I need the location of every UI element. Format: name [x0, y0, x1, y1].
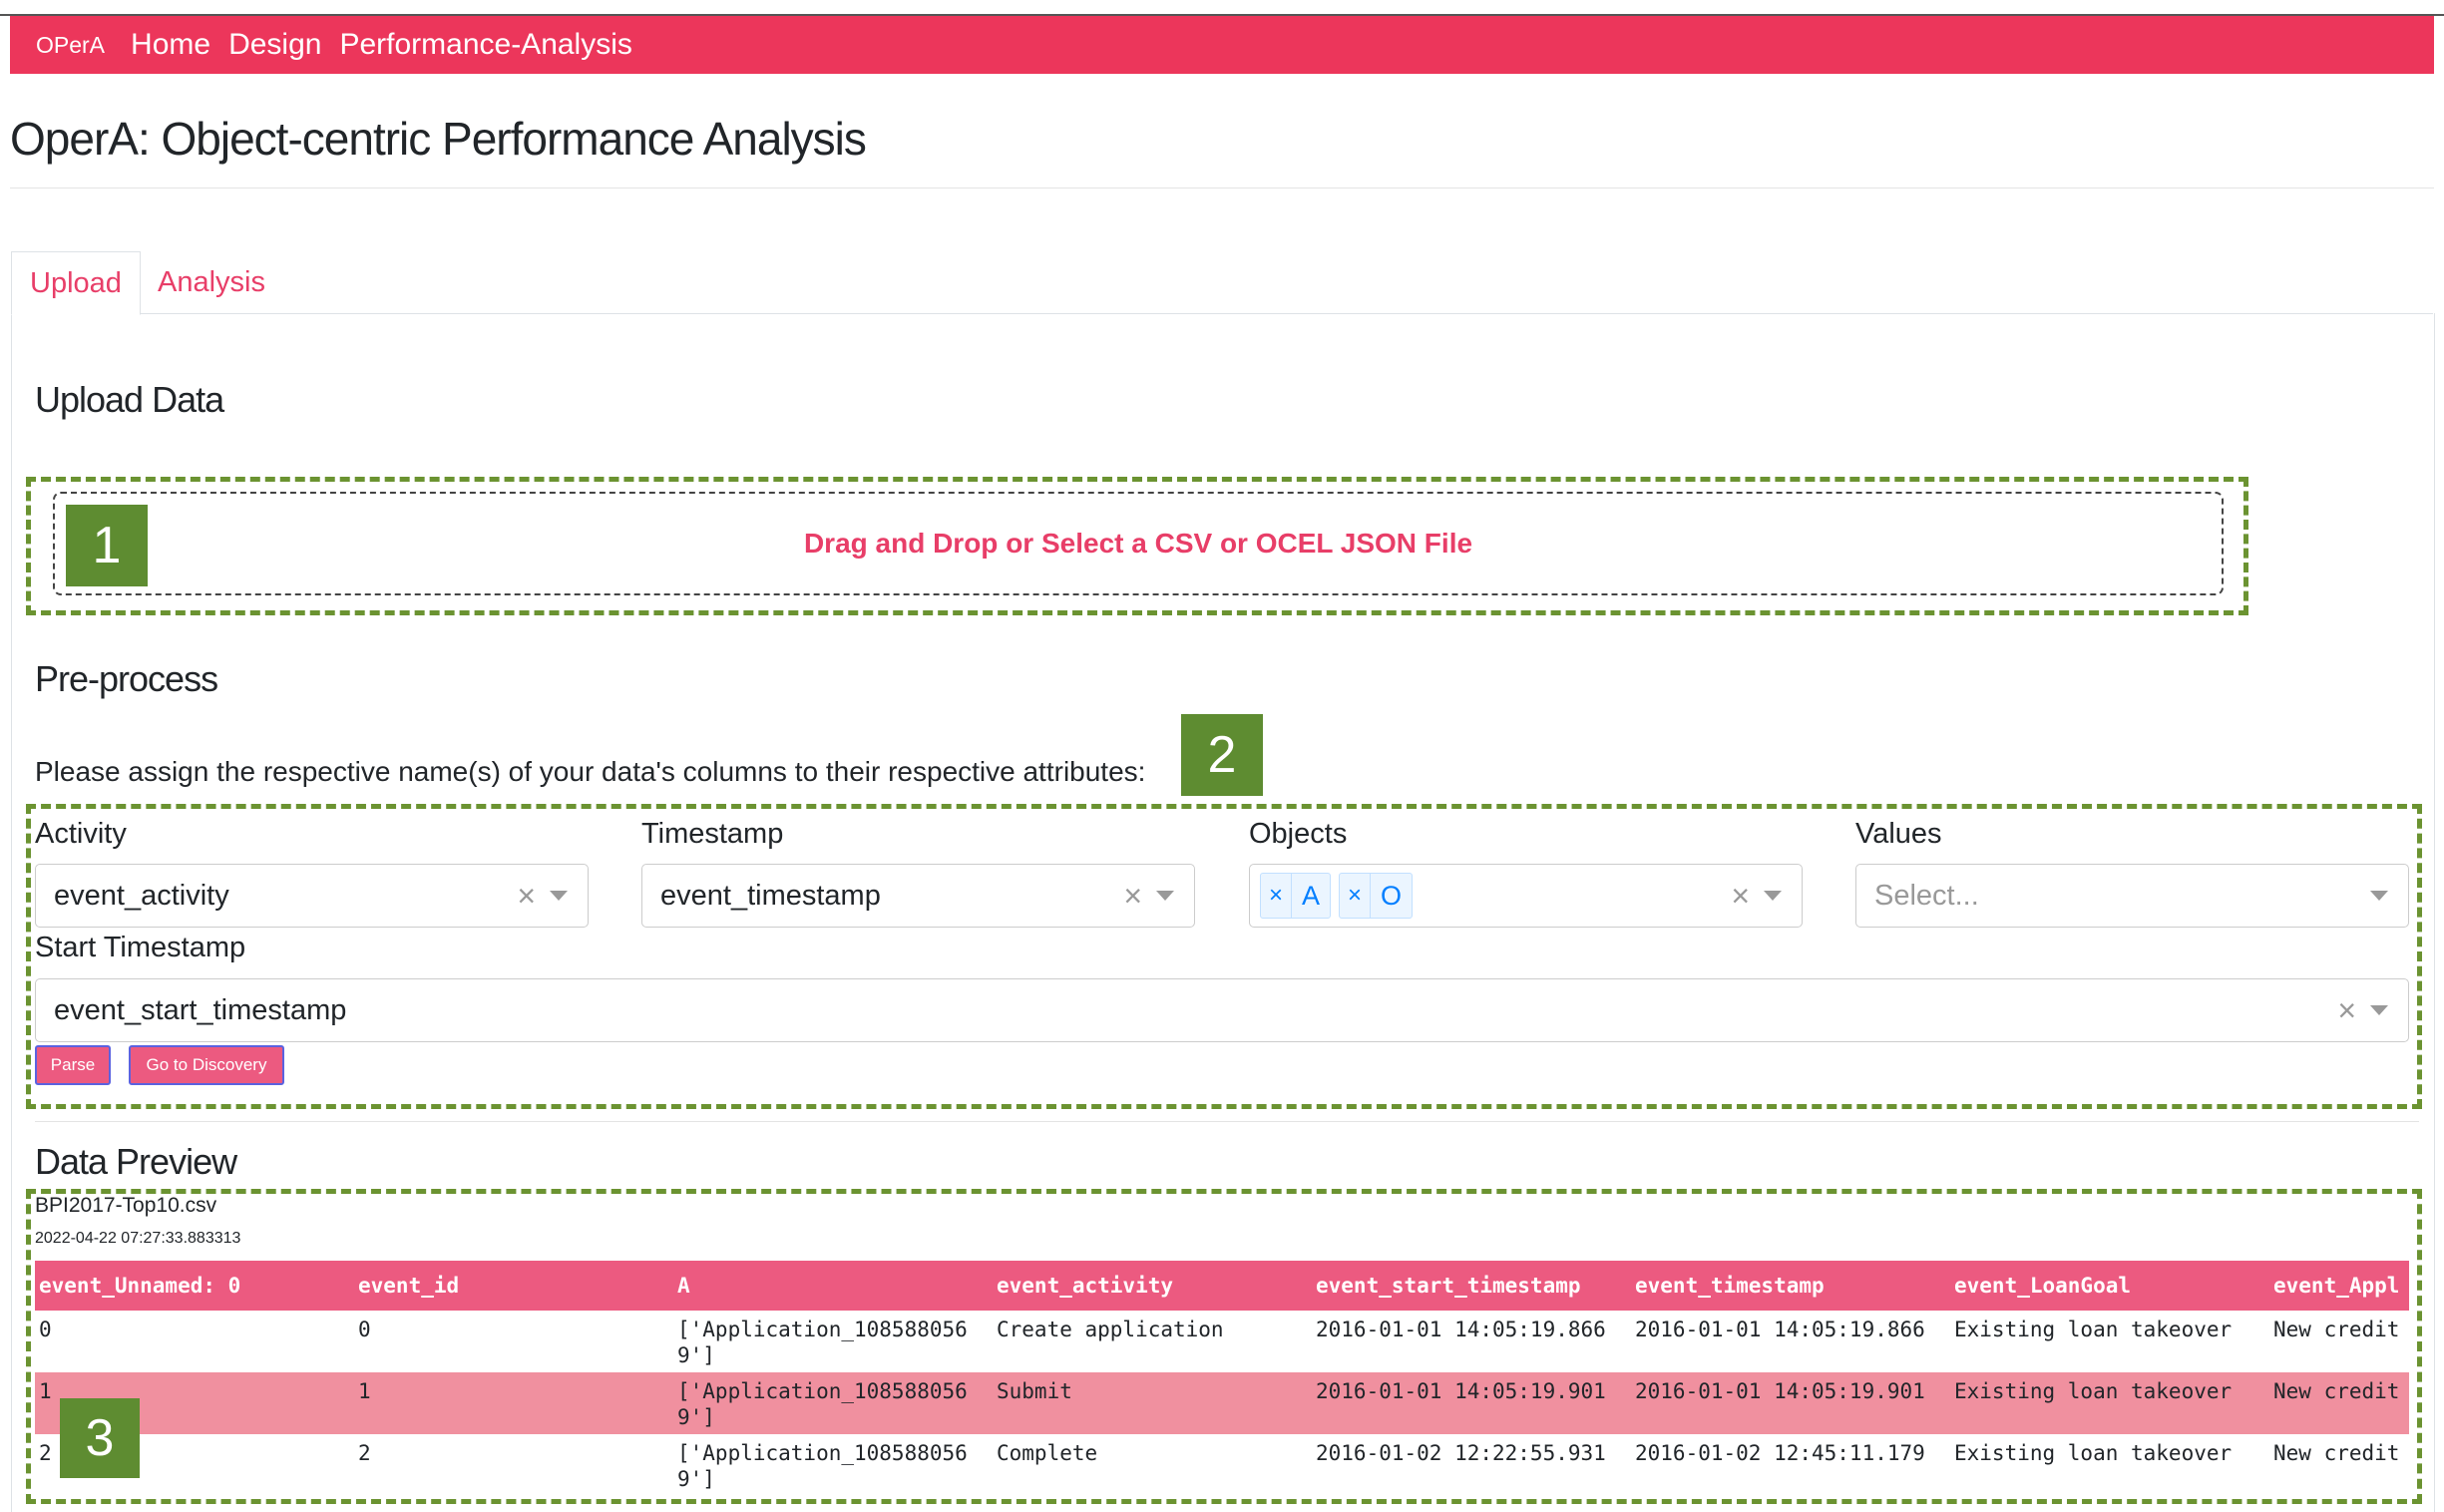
chevron-down-icon[interactable] — [1156, 891, 1174, 901]
activity-select-value: event_activity — [54, 879, 229, 912]
tab-upload[interactable]: Upload — [11, 251, 141, 315]
tab-analysis[interactable]: Analysis — [140, 251, 283, 313]
activity-select[interactable]: event_activity × — [35, 864, 589, 928]
table-cell: 0 — [39, 1318, 52, 1341]
close-icon[interactable]: × — [517, 878, 536, 915]
column-header[interactable]: event_activity — [993, 1261, 1312, 1311]
go-to-discovery-button[interactable]: Go to Discovery — [129, 1045, 284, 1085]
table-cell: 2016-01-01 14:05:19.901 — [1631, 1372, 1950, 1434]
nav-link-performance-analysis[interactable]: Performance-Analysis — [339, 28, 631, 62]
object-chip-a: × A — [1260, 873, 1332, 919]
chip-remove-icon[interactable]: × — [1340, 874, 1372, 918]
values-select-placeholder: Select... — [1874, 879, 1979, 912]
annotation-badge-3: 3 — [60, 1398, 140, 1478]
table-cell: Existing loan takeover — [1954, 1318, 2233, 1341]
chevron-down-icon[interactable] — [550, 891, 568, 901]
table-cell: New credit — [2269, 1372, 2409, 1434]
data-preview-table: event_Unnamed: 0 event_id A event_activi… — [35, 1261, 2409, 1496]
close-icon[interactable]: × — [1123, 878, 1142, 915]
column-header[interactable]: event_id — [354, 1261, 673, 1311]
annotation-badge-1: 1 — [66, 505, 148, 586]
title-divider — [10, 188, 2434, 189]
table-cell: ['Application_1085880569'] — [677, 1318, 968, 1367]
dropzone-text: Drag and Drop or Select a CSV or OCEL JS… — [803, 528, 1473, 559]
table-cell: 0 — [358, 1318, 371, 1341]
table-cell: 2016-01-01 14:05:19.866 — [1635, 1318, 1925, 1341]
values-label: Values — [1855, 818, 1942, 850]
objects-multiselect[interactable]: × A × O × — [1249, 864, 1803, 928]
file-dropzone[interactable]: Drag and Drop or Select a CSV or OCEL JS… — [53, 492, 2224, 595]
column-header[interactable]: A — [673, 1261, 993, 1311]
timestamp-select-value: event_timestamp — [660, 879, 881, 912]
close-icon[interactable]: × — [1731, 878, 1750, 915]
section-divider — [35, 1121, 2419, 1122]
table-cell: ['Application_1085880569'] — [673, 1372, 993, 1434]
chevron-down-icon[interactable] — [1764, 891, 1782, 901]
table-cell: Submit — [993, 1372, 1312, 1434]
brand-link[interactable]: OPerA — [36, 32, 105, 59]
navbar: OPerA Home Design Performance-Analysis — [10, 16, 2434, 74]
annotation-box-2 — [26, 804, 2422, 1109]
close-icon[interactable]: × — [2337, 992, 2356, 1029]
parse-button[interactable]: Parse — [35, 1045, 111, 1085]
chevron-down-icon[interactable] — [2370, 1005, 2388, 1015]
chip-label: A — [1302, 880, 1321, 911]
data-preview-heading: Data Preview — [35, 1141, 237, 1182]
timestamp-select[interactable]: event_timestamp × — [641, 864, 1195, 928]
table-cell: 2016-01-02 12:45:11.179 — [1635, 1441, 1925, 1465]
column-header[interactable]: event_Appl — [2269, 1261, 2409, 1311]
table-cell: Existing loan takeover — [1954, 1441, 2233, 1465]
preprocess-instruction: Please assign the respective name(s) of … — [35, 756, 1146, 787]
preprocess-heading: Pre-process — [35, 658, 218, 699]
start-timestamp-select[interactable]: event_start_timestamp × — [35, 978, 2409, 1042]
tabs-divider — [11, 313, 2433, 314]
column-header[interactable]: event_start_timestamp — [1312, 1261, 1631, 1311]
table-cell: 2016-01-01 14:05:19.866 — [1316, 1318, 1606, 1341]
preview-file-name: BPI2017-Top10.csv — [35, 1194, 217, 1217]
table-cell: Complete — [997, 1441, 1098, 1465]
upload-data-heading: Upload Data — [35, 379, 224, 420]
table-cell: 2016-01-02 12:22:55.931 — [1316, 1441, 1606, 1465]
column-header[interactable]: event_timestamp — [1631, 1261, 1950, 1311]
preview-file-date: 2022-04-22 07:27:33.883313 — [35, 1230, 241, 1247]
nav-link-design[interactable]: Design — [228, 28, 321, 62]
table-header-row: event_Unnamed: 0 event_id A event_activi… — [35, 1261, 2409, 1311]
table-cell: Existing loan takeover — [1950, 1372, 2269, 1434]
nav-link-home[interactable]: Home — [131, 28, 210, 62]
table-row[interactable]: 1 1 ['Application_1085880569'] Submit 20… — [35, 1372, 2409, 1434]
object-chip-o: × O — [1339, 873, 1414, 919]
activity-label: Activity — [35, 818, 127, 850]
table-cell: 2 — [358, 1441, 371, 1465]
values-select[interactable]: Select... — [1855, 864, 2409, 928]
table-cell: New credit — [2273, 1441, 2400, 1465]
chevron-down-icon[interactable] — [2370, 891, 2388, 901]
start-timestamp-label: Start Timestamp — [35, 932, 246, 963]
table-cell: Create application — [997, 1318, 1224, 1341]
table-row[interactable]: 0 0 ['Application_1085880569'] Create ap… — [35, 1311, 2409, 1372]
table-cell: 1 — [354, 1372, 673, 1434]
table-row[interactable]: 2 2 ['Application_1085880569'] Complete … — [35, 1434, 2409, 1496]
table-cell: New credit — [2273, 1318, 2400, 1341]
chip-label: O — [1381, 880, 1403, 911]
objects-label: Objects — [1249, 818, 1348, 850]
objects-chip-list: × A × O — [1250, 873, 1731, 919]
column-header[interactable]: event_LoanGoal — [1950, 1261, 2269, 1311]
table-cell: ['Application_1085880569'] — [677, 1441, 968, 1491]
table-cell: 2016-01-01 14:05:19.901 — [1312, 1372, 1631, 1434]
start-timestamp-select-value: event_start_timestamp — [54, 993, 347, 1026]
page-title: OperA: Object-centric Performance Analys… — [10, 113, 867, 165]
chip-remove-icon[interactable]: × — [1261, 874, 1293, 918]
timestamp-label: Timestamp — [641, 818, 784, 850]
column-header[interactable]: event_Unnamed: 0 — [35, 1261, 354, 1311]
annotation-badge-2: 2 — [1181, 714, 1263, 796]
